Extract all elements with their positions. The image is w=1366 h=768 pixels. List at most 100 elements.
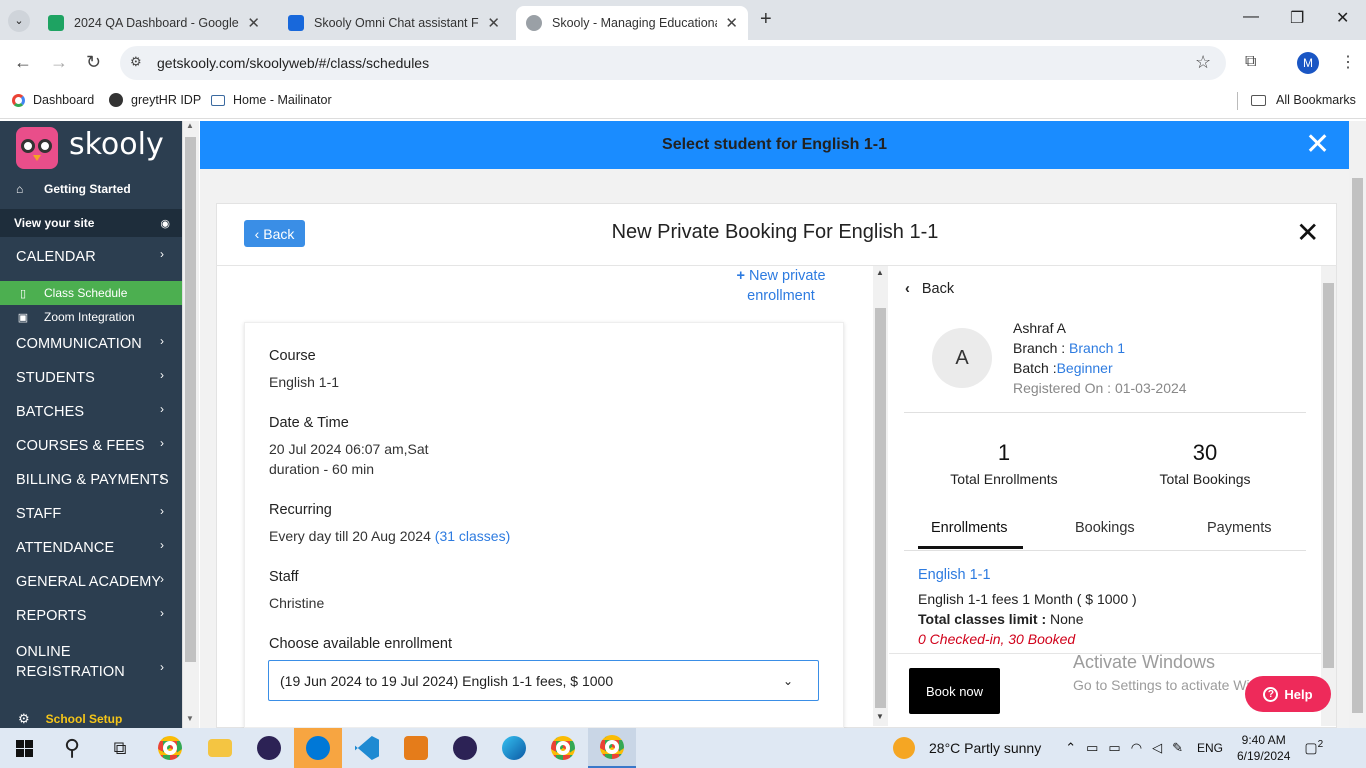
sidebar-item-school-setup[interactable]: ⚙ School Setup (18, 711, 122, 727)
restore-window-icon[interactable]: ❐ (1290, 8, 1304, 28)
modal-scrollbar-thumb[interactable] (1352, 178, 1363, 713)
chevron-down-icon: ⌄ (782, 673, 793, 688)
sidebar-scrollbar-thumb[interactable] (185, 137, 196, 662)
bookmark-mailinator[interactable]: Home - Mailinator (211, 93, 332, 107)
modal-header-title: Select student for English 1-1 (662, 136, 887, 153)
home-icon: ⌂ (16, 182, 24, 196)
question-icon: ? (1263, 686, 1279, 702)
reload-icon[interactable]: ↻ (86, 52, 101, 73)
clock[interactable]: 9:40 AM 6/19/2024 (1237, 732, 1290, 764)
tab-enrollments[interactable]: Enrollments (931, 520, 1008, 536)
language-indicator[interactable]: ENG (1197, 741, 1223, 755)
sidebar-item-class-schedule[interactable]: ▯ Class Schedule (0, 281, 182, 305)
enrollment-course-link[interactable]: English 1-1 (918, 567, 991, 583)
browser-tab-confluence[interactable]: Skooly Omni Chat assistant Fea ✕ (278, 6, 510, 40)
chrome-icon[interactable] (146, 728, 194, 768)
left-pane-scrollbar-thumb[interactable] (875, 308, 886, 708)
browser-tab-sheets[interactable]: 2024 QA Dashboard - Google S ✕ (38, 6, 270, 40)
chrome-icon[interactable] (539, 728, 587, 768)
sidebar: skooly ⌂ Getting Started View your site … (0, 121, 182, 728)
file-explorer-icon[interactable] (196, 728, 244, 768)
help-button[interactable]: ? Help (1245, 676, 1331, 712)
sidebar-item-courses-fees[interactable]: COURSES & FEES (16, 438, 145, 454)
right-pane-scrollbar-thumb[interactable] (1323, 283, 1334, 668)
bookmark-icon: ▯ (19, 287, 27, 300)
eclipse-icon[interactable] (441, 728, 489, 768)
site-info-icon[interactable]: ⚙ (130, 54, 142, 70)
globe-icon (109, 93, 123, 107)
booking-close-icon[interactable]: ✕ (1296, 218, 1319, 248)
modal-close-icon[interactable]: ✕ (1305, 128, 1330, 162)
scroll-up-icon[interactable]: ▲ (876, 268, 884, 277)
batch-link[interactable]: Beginner (1057, 360, 1113, 376)
sidebar-item-attendance[interactable]: ATTENDANCE (16, 540, 114, 556)
scroll-down-icon[interactable]: ▼ (186, 714, 194, 723)
minimize-window-icon[interactable]: — (1243, 8, 1259, 26)
datetime-label: Date & Time (269, 415, 349, 431)
pen-icon[interactable]: ✎ (1172, 740, 1183, 756)
search-icon[interactable]: ⚲ (48, 728, 96, 768)
bookmark-greythr[interactable]: greytHR IDP (109, 93, 201, 107)
eclipse-icon[interactable] (245, 728, 293, 768)
sidebar-item-communication[interactable]: COMMUNICATION (16, 336, 142, 352)
avatar: A (932, 328, 992, 388)
sidebar-item-online-registration[interactable]: ONLINE REGISTRATION (16, 642, 125, 682)
browser-tab-skooly[interactable]: Skooly - Managing Educational ✕ (516, 6, 748, 40)
sidebar-item-reports[interactable]: REPORTS (16, 608, 87, 624)
tab-list-button[interactable]: ⌄ (8, 10, 30, 32)
back-arrow-icon[interactable]: ← (14, 52, 32, 73)
sidebar-item-batches[interactable]: BATCHES (16, 404, 84, 420)
sidebar-item-general-academy[interactable]: GENERAL ACADEMY (16, 574, 161, 590)
edge-icon[interactable] (490, 728, 538, 768)
sidebar-item-calendar[interactable]: CALENDAR (16, 249, 96, 265)
close-icon[interactable]: ✕ (725, 14, 738, 32)
url-text[interactable]: getskooly.com/skoolyweb/#/class/schedule… (157, 55, 429, 71)
network-icon[interactable]: ▭ (1086, 740, 1098, 756)
scroll-up-icon[interactable]: ▲ (186, 121, 194, 130)
close-icon[interactable]: ✕ (247, 14, 260, 32)
extensions-icon[interactable]: ⧉ (1245, 53, 1256, 71)
forward-arrow-icon[interactable]: → (50, 52, 68, 73)
windows-start-icon[interactable] (0, 728, 48, 768)
browser-menu-icon[interactable]: ⋮ (1340, 52, 1356, 72)
branch-link[interactable]: Branch 1 (1069, 340, 1125, 356)
chrome-profile-icon[interactable] (588, 728, 636, 768)
new-tab-button[interactable]: + (760, 8, 772, 31)
sidebar-item-zoom-integration[interactable]: ▣ Zoom Integration (0, 305, 182, 329)
scroll-down-icon[interactable]: ▼ (876, 712, 884, 721)
notification-icon[interactable]: ▢2 (1304, 739, 1323, 757)
tab-bookings[interactable]: Bookings (1075, 520, 1135, 536)
new-private-enrollment-link[interactable]: + New private enrollment (726, 266, 836, 306)
student-branch: Branch : Branch 1 (1013, 340, 1126, 356)
skype-icon[interactable] (294, 728, 342, 768)
close-icon[interactable]: ✕ (487, 14, 500, 32)
tab-payments[interactable]: Payments (1207, 520, 1271, 536)
volume-icon[interactable]: ◁ (1152, 740, 1162, 756)
student-back-link[interactable]: ‹ Back (905, 281, 954, 297)
total-enrollments-value: 1 (997, 440, 1011, 465)
total-bookings-value: 30 (1192, 440, 1218, 465)
bookmark-dashboard[interactable]: Dashboard (12, 93, 94, 107)
total-enrollments-label: Total Enrollments (950, 471, 1058, 487)
sidebar-item-getting-started[interactable]: ⌂ Getting Started (0, 179, 182, 199)
sidebar-item-students[interactable]: STUDENTS (16, 370, 95, 386)
sidebar-item-view-site[interactable]: View your site ◉ (0, 209, 182, 237)
back-button[interactable]: ‹ Back (244, 220, 305, 247)
bookmark-star-icon[interactable]: ☆ (1195, 52, 1211, 73)
course-label: Course (269, 348, 316, 364)
battery-icon[interactable]: ▭ (1108, 740, 1120, 756)
sublime-icon[interactable] (392, 728, 440, 768)
sidebar-item-staff[interactable]: STAFF (16, 506, 61, 522)
book-now-button[interactable]: Book now (909, 668, 1000, 714)
chevron-up-icon[interactable]: ⌃ (1065, 740, 1076, 756)
sidebar-item-billing-payments[interactable]: BILLING & PAYMENTS (16, 472, 169, 488)
weather-text[interactable]: 28°C Partly sunny (929, 740, 1041, 756)
enrollment-select[interactable]: (19 Jun 2024 to 19 Jul 2024) English 1-1… (268, 660, 819, 701)
task-view-icon[interactable]: ⧉ (96, 728, 144, 768)
wifi-icon[interactable]: ◠ (1131, 740, 1142, 756)
classes-count-link[interactable]: (31 classes) (435, 528, 510, 544)
vscode-icon[interactable] (343, 728, 391, 768)
close-window-icon[interactable]: ✕ (1336, 8, 1349, 28)
all-bookmarks-button[interactable]: All Bookmarks (1251, 93, 1356, 107)
profile-avatar[interactable]: M (1297, 52, 1319, 74)
